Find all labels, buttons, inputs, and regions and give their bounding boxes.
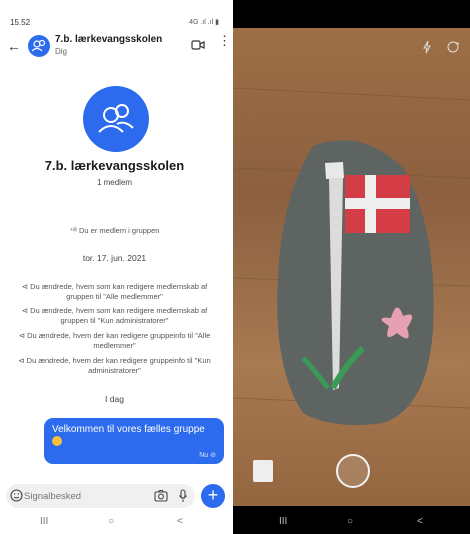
flip-camera-icon[interactable]	[446, 40, 460, 54]
emoji-icon[interactable]	[10, 489, 23, 502]
system-event-text: Du ændrede, hvem som kan redigere medlem…	[30, 306, 208, 325]
system-event: ⊲ Du ændrede, hvem der kan redigere grup…	[0, 356, 229, 376]
date-separator: I dag	[105, 394, 124, 404]
member-note-text: Du er medlem i gruppen	[78, 226, 160, 235]
home-button[interactable]: ○	[108, 516, 114, 527]
system-event-text: Du ændrede, hvem der kan redigere gruppe…	[26, 356, 211, 375]
megaphone-icon: ⊲	[18, 356, 27, 365]
more-icon[interactable]: ⋮	[218, 34, 231, 47]
status-bar: 15.52 4G .ıl .ıl ▮	[0, 0, 229, 28]
header-title[interactable]: 7.b. lærkevangsskolen	[55, 34, 162, 45]
message-input[interactable]	[24, 489, 144, 503]
megaphone-icon: ⊲	[18, 331, 28, 340]
megaphone-icon: ⊲	[21, 282, 31, 291]
system-event: ⊲ Du ændrede, hvem der kan redigere grup…	[0, 331, 229, 351]
gallery-thumbnail[interactable]	[253, 460, 273, 482]
camera-icon[interactable]	[154, 489, 168, 502]
mic-icon[interactable]	[178, 489, 188, 503]
android-nav-bar: III ○ <	[233, 512, 470, 534]
flash-icon[interactable]	[422, 40, 432, 54]
header-group-avatar[interactable]	[28, 35, 50, 57]
system-member-note: ⁺ᴿ Du er medlem i gruppen	[0, 226, 229, 236]
painted-stone-image	[233, 87, 470, 426]
message-text: Velkommen til vores fælles gruppe	[52, 424, 218, 448]
message-body: Velkommen til vores fælles gruppe	[52, 424, 205, 435]
nav-back-button[interactable]: <	[177, 516, 183, 527]
group-avatar-icon	[98, 104, 134, 133]
header-subtitle: Dig	[55, 47, 68, 56]
home-button[interactable]: ○	[347, 516, 353, 527]
system-event-text: Du ændrede, hvem der kan redigere gruppe…	[27, 331, 211, 350]
group-icon: ⁺ᴿ	[69, 226, 79, 235]
system-event: ⊲ Du ændrede, hvem som kan redigere medl…	[0, 282, 229, 302]
group-avatar	[83, 86, 149, 152]
video-call-icon[interactable]	[191, 40, 205, 50]
camera-screen: III ○ <	[233, 0, 470, 534]
nav-back-button[interactable]: <	[417, 516, 423, 527]
recent-apps-button[interactable]: III	[40, 516, 48, 527]
system-event: ⊲ Du ændrede, hvem som kan redigere medl…	[0, 306, 229, 326]
outgoing-message-bubble[interactable]: Velkommen til vores fælles gruppe Nu ⊘	[44, 418, 224, 464]
status-signal: 4G .ıl .ıl ▮	[189, 19, 219, 26]
member-count: 1 medlem	[96, 178, 133, 187]
composer	[6, 484, 195, 508]
megaphone-icon: ⊲	[21, 306, 31, 315]
camera-preview	[233, 28, 470, 506]
group-avatar-icon	[31, 39, 46, 52]
status-time: 15.52	[10, 18, 31, 27]
back-arrow-icon[interactable]: ←	[7, 38, 21, 54]
system-event-text: Du ændrede, hvem som kan redigere medlem…	[30, 282, 208, 301]
emoji-icon	[52, 436, 62, 447]
date-separator: tor. 17. jun. 2021	[82, 253, 147, 263]
android-nav-bar: III ○ <	[0, 512, 229, 534]
shutter-button[interactable]	[336, 454, 370, 488]
signal-chat-screen: 15.52 4G .ıl .ıl ▮ ← 7.b. lærkevangsskol…	[0, 0, 231, 534]
chat-header: ← 7.b. lærkevangsskolen Dig ⋮	[0, 30, 231, 62]
message-status: Nu ⊘	[199, 452, 216, 459]
group-name: 7.b. lærkevangsskolen	[44, 158, 185, 173]
add-attachment-button[interactable]: +	[201, 484, 225, 508]
recent-apps-button[interactable]: III	[279, 516, 287, 527]
